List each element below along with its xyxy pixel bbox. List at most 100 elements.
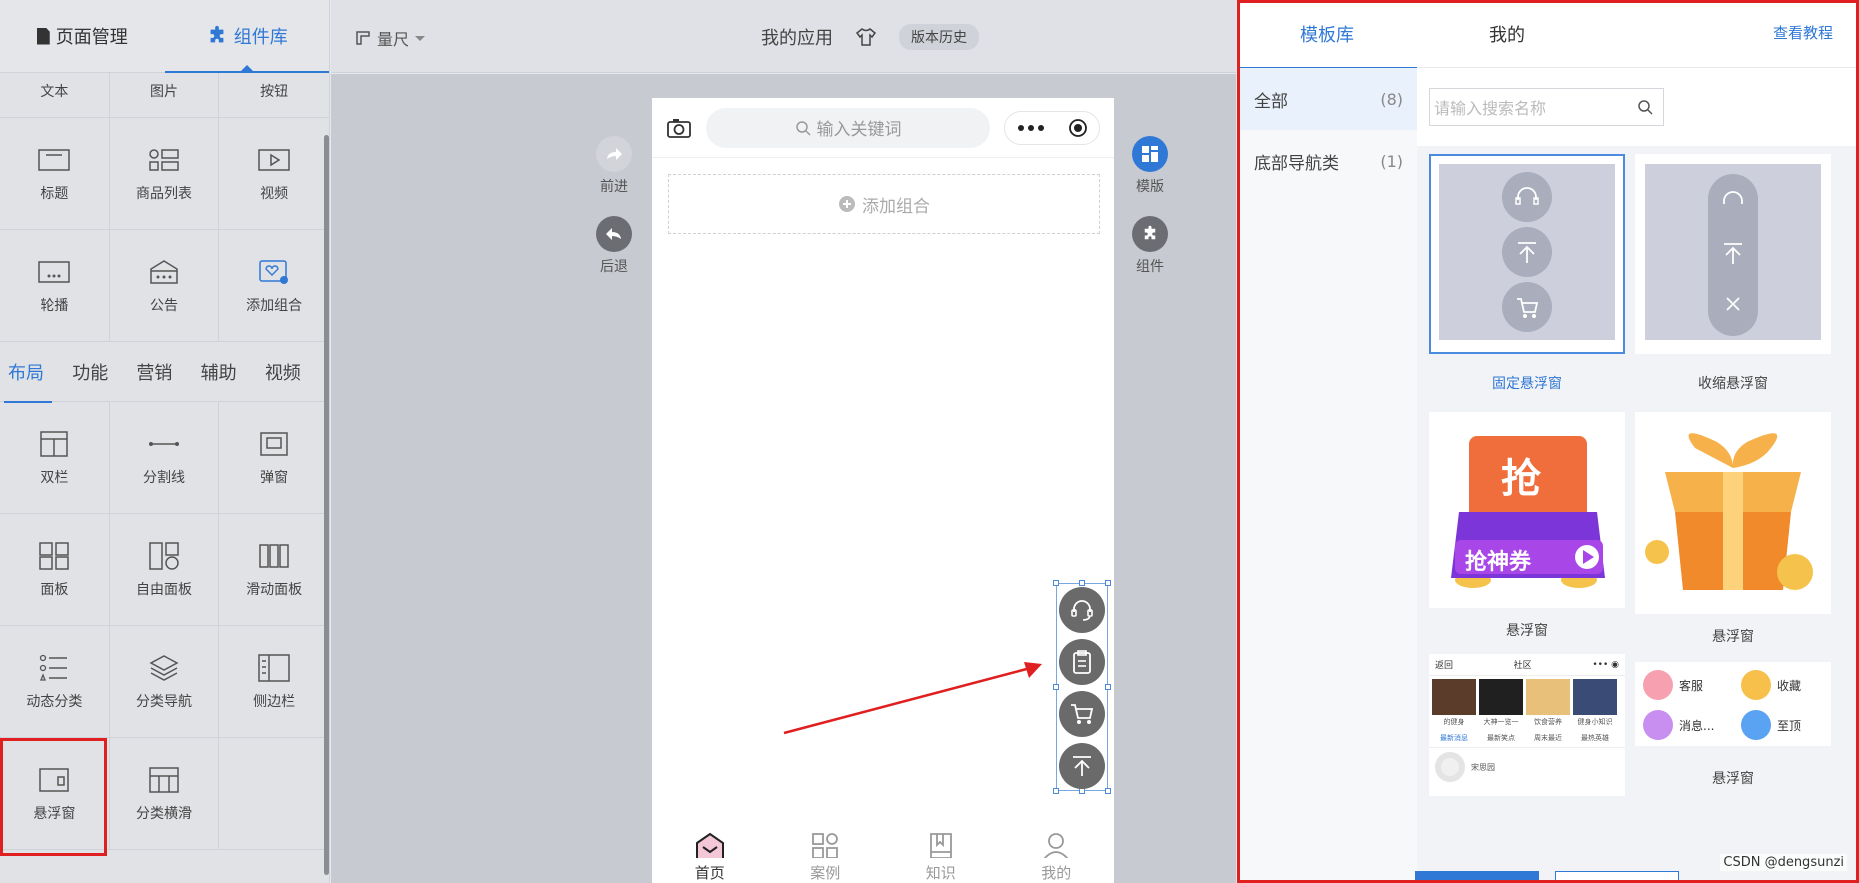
component-add-combo[interactable]: 添加组合 — [219, 230, 329, 341]
component-two-column[interactable]: 双栏 — [0, 402, 110, 513]
resize-handle[interactable] — [1105, 580, 1111, 586]
forward-button[interactable]: 前进 — [596, 136, 632, 196]
component-video[interactable]: 视频 — [219, 118, 329, 229]
component-category-nav[interactable]: 分类导航 — [110, 626, 220, 737]
cancel-button[interactable] — [1555, 871, 1679, 883]
headset-icon[interactable] — [1059, 587, 1105, 633]
component-button[interactable]: 按钮 — [219, 73, 329, 117]
avatar — [1435, 752, 1465, 782]
page-icon — [36, 27, 50, 45]
component-product-list[interactable]: 商品列表 — [110, 118, 220, 229]
preview-item: 大神一览一 — [1483, 718, 1519, 726]
template-preview — [1439, 164, 1615, 340]
resize-handle[interactable] — [1105, 684, 1111, 690]
tab-component-library[interactable]: 组件库 — [164, 0, 330, 73]
tabbar-cases[interactable]: 案例 — [768, 823, 884, 883]
clipboard-icon[interactable] — [1059, 639, 1105, 685]
component-image[interactable]: 图片 — [110, 73, 220, 117]
preview-item: 饮食营养 — [1534, 718, 1562, 726]
component-divider[interactable]: 分割线 — [110, 402, 220, 513]
template-card-coupon-float[interactable]: 抢 抢神券 — [1429, 412, 1625, 608]
phone-preview: 输入关键词 添加组合 首页 案例 知识 我的 — [652, 98, 1114, 883]
phone-search-bar[interactable]: 输入关键词 — [706, 107, 990, 148]
category-tab-marketing[interactable]: 营销 — [136, 342, 200, 402]
template-card-collapse-float[interactable] — [1635, 154, 1831, 354]
component-title[interactable]: 标题 — [0, 118, 110, 229]
component-row: 轮播 公告 添加组合 — [0, 230, 329, 342]
component-label: 商品列表 — [136, 185, 192, 202]
template-search-input[interactable]: 请输入搜索名称 — [1429, 88, 1664, 126]
tabbar-home[interactable]: 首页 — [652, 823, 768, 883]
panel-icon — [36, 541, 72, 571]
confirm-button[interactable] — [1415, 871, 1539, 883]
component-popup[interactable]: 弹窗 — [219, 402, 329, 513]
component-free-panel[interactable]: 自由面板 — [110, 514, 220, 625]
component-carousel[interactable]: 轮播 — [0, 230, 110, 341]
tab-page-management[interactable]: 页面管理 — [0, 0, 165, 72]
category-tab-video[interactable]: 视频 — [265, 342, 329, 402]
collapse-icons — [1723, 191, 1743, 311]
template-label: 收缩悬浮窗 — [1698, 376, 1768, 392]
template-panel: 模板库 我的 查看教程 全部 (8) 底部导航类 (1) 请输入搜索名称 固定悬… — [1237, 0, 1859, 883]
template-card-gift-float[interactable] — [1635, 412, 1831, 614]
component-sidebar[interactable]: 侧边栏 — [219, 626, 329, 737]
add-group-label: 添加组合 — [862, 196, 930, 217]
resize-handle[interactable] — [1079, 580, 1085, 586]
search-placeholder: 输入关键词 — [816, 120, 902, 140]
template-button[interactable]: 模版 — [1132, 136, 1168, 196]
component-notice[interactable]: 公告 — [110, 230, 220, 341]
category-tab-layout[interactable]: 布局 — [3, 342, 72, 403]
tab-mine[interactable]: 我的 — [1417, 0, 1597, 68]
floating-window-widget[interactable] — [1053, 580, 1111, 794]
resize-handle[interactable] — [1053, 788, 1059, 794]
component-text[interactable]: 文本 — [0, 73, 110, 117]
shirt-icon[interactable] — [855, 27, 877, 47]
component-row: 面板 自由面板 滑动面板 — [0, 514, 329, 626]
category-nav-icon — [146, 653, 182, 683]
close-target-icon[interactable] — [1068, 118, 1088, 138]
resize-handle[interactable] — [1105, 788, 1111, 794]
float-window-highlight — [0, 738, 107, 856]
cart-icon[interactable] — [1059, 691, 1105, 737]
component-button[interactable]: 组件 — [1132, 216, 1168, 276]
mini-program-capsule[interactable] — [1004, 110, 1100, 145]
phone-tabbar: 首页 案例 知识 我的 — [652, 823, 1114, 883]
preview-item: 消息... — [1643, 710, 1714, 740]
preview-user-row: 宋思园 — [1429, 748, 1625, 786]
back-button[interactable]: 后退 — [596, 216, 632, 276]
category-tab-function[interactable]: 功能 — [72, 342, 136, 402]
component-category-swipe[interactable]: 分类横滑 — [110, 738, 220, 849]
template-card-fixed-float[interactable] — [1429, 154, 1625, 354]
component-label: 添加组合 — [246, 297, 303, 314]
more-icon[interactable] — [1017, 124, 1045, 132]
left-panel-scrollbar[interactable] — [324, 135, 329, 875]
component-slide-panel[interactable]: 滑动面板 — [219, 514, 329, 625]
resize-handle[interactable] — [1053, 580, 1059, 586]
plus-circle-icon — [839, 196, 855, 212]
component-row: 文本 图片 按钮 — [0, 73, 329, 118]
camera-icon[interactable] — [666, 117, 692, 139]
template-label: 固定悬浮窗 — [1492, 376, 1562, 392]
favorite-icon — [1741, 670, 1771, 700]
template-card-labelled-float[interactable]: 客服 收藏 消息... 至顶 — [1635, 662, 1831, 746]
dynamic-category-icon — [36, 653, 72, 683]
view-tutorial-link[interactable]: 查看教程 — [1773, 22, 1833, 43]
category-bottom-nav[interactable]: 底部导航类 (1) — [1240, 130, 1417, 192]
category-all[interactable]: 全部 (8) — [1240, 68, 1417, 130]
preview-thumb — [1573, 679, 1617, 715]
component-panel[interactable]: 面板 — [0, 514, 110, 625]
chevron-down-icon — [415, 35, 426, 46]
category-tab-auxiliary[interactable]: 辅助 — [201, 342, 265, 402]
ruler-dropdown[interactable]: 量尺 — [355, 26, 426, 50]
tabbar-mine[interactable]: 我的 — [999, 823, 1115, 883]
tab-template-library[interactable]: 模板库 — [1237, 0, 1417, 69]
category-label: 底部导航类 — [1254, 153, 1339, 174]
tabbar-knowledge[interactable]: 知识 — [883, 823, 999, 883]
component-dynamic-category[interactable]: 动态分类 — [0, 626, 110, 737]
template-card-community[interactable]: 返回 社区 ••• ◉ 的健身 大神一览一 饮食营养 健身小知识 最新消息 最新… — [1429, 654, 1625, 796]
version-history-button[interactable]: 版本历史 — [899, 24, 979, 50]
back-to-top-icon[interactable] — [1059, 743, 1105, 789]
add-group-button[interactable]: 添加组合 — [668, 174, 1100, 234]
app-name[interactable]: 我的应用 — [761, 24, 833, 50]
book-icon — [929, 833, 952, 858]
